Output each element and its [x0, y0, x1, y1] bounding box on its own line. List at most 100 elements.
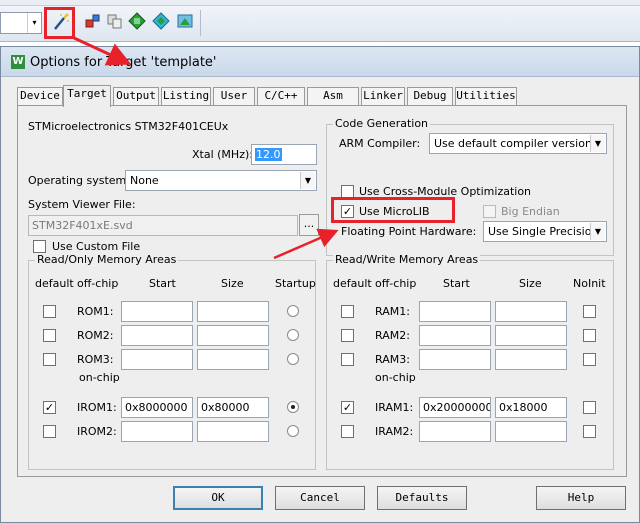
startup-radio[interactable] — [287, 353, 299, 365]
manage-components-icon[interactable] — [126, 12, 148, 34]
noinit-checkbox[interactable] — [583, 329, 596, 342]
default-checkbox[interactable]: ✓ — [43, 401, 56, 414]
startup-radio[interactable] — [287, 401, 299, 413]
select-packs-icon[interactable] — [150, 12, 172, 34]
fp-hardware-select[interactable]: Use Single Precision ▼ — [483, 221, 607, 242]
start-address-input[interactable] — [121, 421, 193, 442]
noinit-checkbox[interactable] — [583, 305, 596, 318]
xtal-value: 12.0 — [255, 148, 282, 161]
os-value: None — [130, 174, 159, 187]
size-input[interactable]: 0x18000 — [495, 397, 567, 418]
chevron-down-icon[interactable]: ▼ — [590, 135, 605, 152]
defaults-button[interactable]: Defaults — [377, 486, 467, 510]
load-icon[interactable] — [82, 12, 104, 34]
size-input[interactable] — [495, 301, 567, 322]
size-input[interactable] — [495, 349, 567, 370]
svd-input[interactable]: STM32F401xE.svd — [28, 215, 298, 236]
startup-radio[interactable] — [287, 329, 299, 341]
start-address-input[interactable] — [121, 301, 193, 322]
startup-radio[interactable] — [287, 305, 299, 317]
start-address-input[interactable] — [121, 325, 193, 346]
arm-compiler-label: ARM Compiler: — [339, 137, 421, 150]
start-address-input[interactable] — [419, 301, 491, 322]
code-generation-title: Code Generation — [333, 117, 431, 130]
help-button[interactable]: Help — [536, 486, 626, 510]
code-generation-group: Code Generation ARM Compiler: Use defaul… — [326, 117, 614, 256]
big-endian-checkbox[interactable] — [483, 205, 496, 218]
memory-area-label: ROM3: — [77, 353, 114, 366]
tab-debug[interactable]: Debug — [407, 87, 453, 105]
pack-installer-icon[interactable] — [174, 12, 196, 34]
startup-radio[interactable] — [287, 425, 299, 437]
size-input[interactable] — [495, 421, 567, 442]
start-address-input[interactable] — [121, 349, 193, 370]
target-tab-panel: STMicroelectronics STM32F401CEUx Xtal (M… — [17, 105, 627, 477]
default-checkbox[interactable] — [43, 353, 56, 366]
chevron-down-icon[interactable]: ▼ — [300, 172, 315, 189]
start-address-input[interactable]: 0x20000000 — [419, 397, 491, 418]
arm-compiler-select[interactable]: Use default compiler version ▼ — [429, 133, 607, 154]
rw-memory-group: Read/Write Memory Areas default off-chip… — [326, 253, 614, 470]
tab-target[interactable]: Target — [63, 85, 111, 107]
rw-header-start: Start — [443, 277, 470, 290]
default-checkbox[interactable]: ✓ — [341, 401, 354, 414]
ro-memory-group: Read/Only Memory Areas default off-chip … — [28, 253, 316, 470]
tab-device[interactable]: Device — [17, 87, 63, 105]
radio-dot — [291, 405, 295, 409]
svd-label: System Viewer File: — [28, 198, 136, 211]
memory-area-label: IROM2: — [77, 425, 117, 438]
start-address-input[interactable] — [419, 349, 491, 370]
size-input[interactable] — [197, 325, 269, 346]
start-address-input[interactable] — [419, 421, 491, 442]
default-checkbox[interactable] — [341, 329, 354, 342]
tab-utilities[interactable]: Utilities — [455, 87, 517, 105]
noinit-checkbox[interactable] — [583, 401, 596, 414]
rw-onchip-label: on-chip — [375, 371, 416, 384]
size-input[interactable] — [197, 301, 269, 322]
noinit-checkbox[interactable] — [583, 425, 596, 438]
ro-header-startup: Startup — [275, 277, 316, 290]
toolbar-separator — [200, 10, 201, 36]
target-select-combo[interactable]: ▾ — [0, 12, 42, 34]
size-input[interactable] — [495, 325, 567, 346]
default-checkbox[interactable] — [43, 329, 56, 342]
default-checkbox[interactable] — [341, 305, 354, 318]
use-custom-file-checkbox[interactable] — [33, 240, 46, 253]
memory-area-label: RAM1: — [375, 305, 410, 318]
tab-asm[interactable]: Asm — [307, 87, 359, 105]
start-address-input[interactable]: 0x8000000 — [121, 397, 193, 418]
xtal-input[interactable]: 12.0 — [251, 144, 317, 165]
memory-area-label: ROM2: — [77, 329, 114, 342]
default-checkbox[interactable] — [341, 353, 354, 366]
tab-output[interactable]: Output — [113, 87, 159, 105]
big-endian-label: Big Endian — [501, 205, 560, 218]
size-input[interactable] — [197, 349, 269, 370]
tab-listing[interactable]: Listing — [161, 87, 211, 105]
size-input[interactable] — [197, 421, 269, 442]
dialog-titlebar[interactable]: W Options for Target 'template' — [1, 47, 639, 77]
ro-header-start: Start — [149, 277, 176, 290]
rw-header-default: default — [333, 277, 372, 290]
ok-button[interactable]: OK — [173, 486, 263, 510]
chevron-down-icon[interactable]: ▼ — [590, 223, 605, 240]
os-select[interactable]: None ▼ — [125, 170, 317, 191]
default-checkbox[interactable] — [43, 305, 56, 318]
rw-header-offchip: off-chip — [375, 277, 417, 290]
cancel-button[interactable]: Cancel — [275, 486, 365, 510]
tab-linker[interactable]: Linker — [361, 87, 405, 105]
rw-header-noinit: NoInit — [573, 277, 606, 290]
start-address-input[interactable] — [419, 325, 491, 346]
tab-c-cpp[interactable]: C/C++ — [257, 87, 305, 105]
check-icon: ✓ — [342, 401, 353, 414]
copy-icon[interactable] — [104, 12, 126, 34]
svd-browse-button[interactable]: ... — [299, 214, 319, 236]
default-checkbox[interactable] — [341, 425, 354, 438]
xtal-label: Xtal (MHz): — [192, 148, 253, 161]
size-input[interactable]: 0x80000 — [197, 397, 269, 418]
arm-compiler-value: Use default compiler version — [434, 137, 592, 150]
fp-hardware-label: Floating Point Hardware: — [341, 225, 477, 238]
chevron-down-icon[interactable]: ▾ — [27, 13, 41, 33]
tab-user[interactable]: User — [213, 87, 255, 105]
noinit-checkbox[interactable] — [583, 353, 596, 366]
default-checkbox[interactable] — [43, 425, 56, 438]
